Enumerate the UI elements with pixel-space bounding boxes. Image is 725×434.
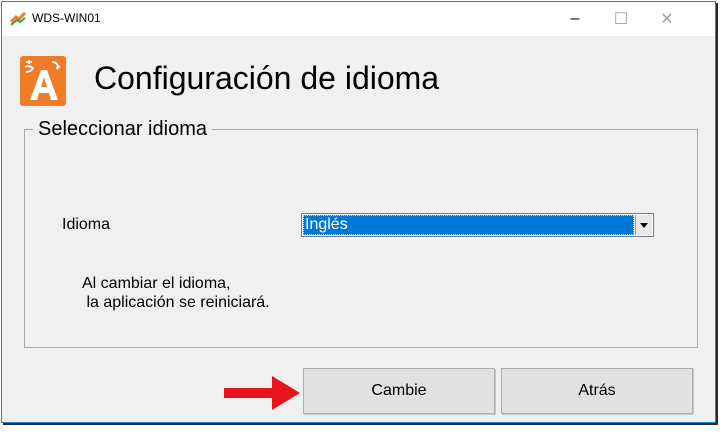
title-bar[interactable]: WDS-WIN01 – ☐ ✕ bbox=[2, 2, 715, 36]
window-title: WDS-WIN01 bbox=[32, 11, 101, 25]
language-select[interactable]: Inglés bbox=[301, 213, 654, 237]
language-icon bbox=[20, 56, 66, 106]
app-icon bbox=[10, 10, 26, 26]
group-legend: Seleccionar idioma bbox=[38, 118, 207, 140]
language-select-value[interactable]: Inglés bbox=[303, 215, 634, 235]
language-label: Idioma bbox=[62, 216, 111, 233]
close-button[interactable]: ✕ bbox=[644, 2, 690, 36]
app-window: WDS-WIN01 – ☐ ✕ Configuración de idioma … bbox=[1, 1, 716, 423]
restart-note: Al cambiar el idioma, la aplicación se r… bbox=[82, 275, 270, 311]
page-title: Configuración de idioma bbox=[94, 60, 440, 96]
chevron-down-icon[interactable] bbox=[635, 215, 652, 235]
maximize-button[interactable]: ☐ bbox=[598, 2, 644, 36]
change-button[interactable]: Cambie bbox=[303, 368, 495, 414]
arrow-right-icon bbox=[224, 376, 300, 410]
minimize-button[interactable]: – bbox=[552, 2, 598, 36]
back-button[interactable]: Atrás bbox=[501, 368, 693, 414]
